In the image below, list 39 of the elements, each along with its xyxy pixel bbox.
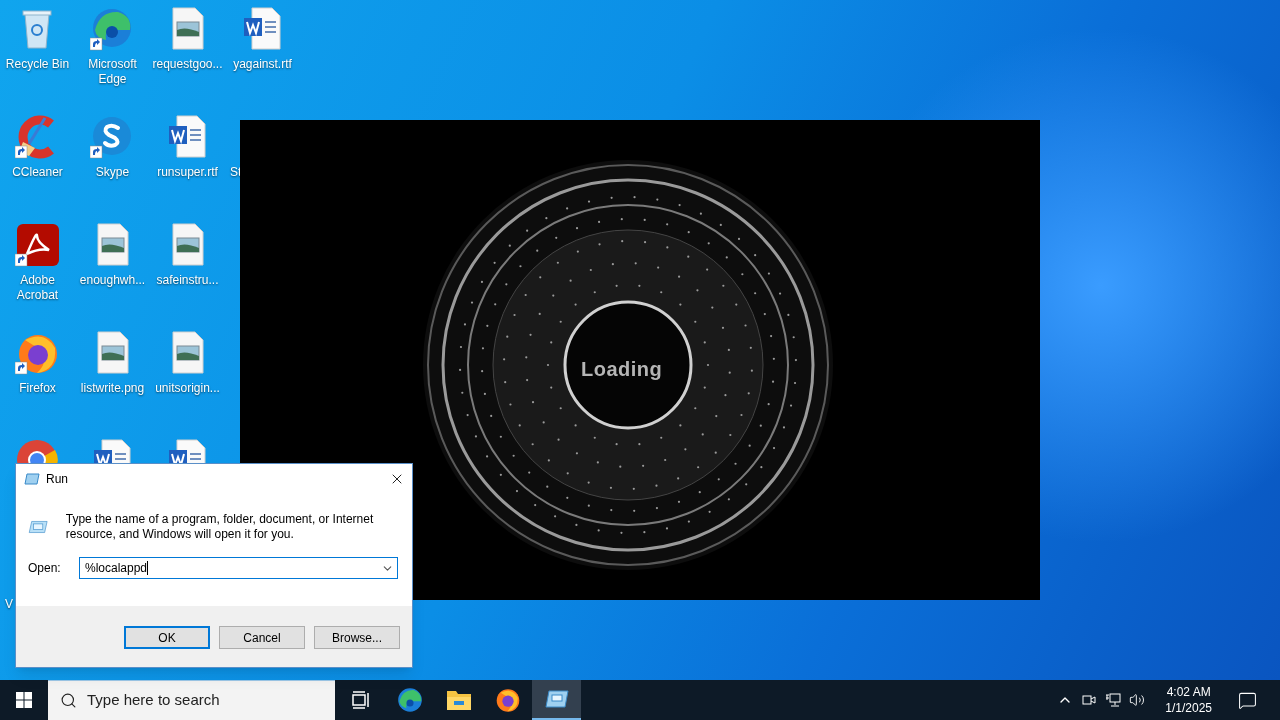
dialog-title: Run (46, 471, 68, 488)
run-icon (24, 473, 40, 485)
search-icon (60, 692, 77, 709)
dialog-button[interactable]: Cancel (219, 626, 305, 649)
icon-label: V (4, 597, 13, 612)
task-view-icon (350, 690, 371, 710)
clock[interactable]: 4:02 AM 1/1/2025 (1159, 684, 1218, 716)
taskbar-app-button[interactable] (532, 680, 581, 720)
volume-icon[interactable] (1129, 692, 1146, 708)
icon-label: Skype (94, 165, 131, 180)
icon-label: Adobe Acrobat (15, 273, 60, 303)
run-icon (544, 689, 569, 709)
icon-label: safeinstru... (155, 273, 220, 288)
search-bar[interactable]: Type here to search (48, 680, 335, 720)
camera-icon[interactable] (1081, 692, 1098, 708)
icon-label: unitsorigin... (154, 381, 221, 396)
icon-label: yagainst.rtf (232, 57, 293, 72)
open-combobox[interactable]: %localappd (79, 557, 398, 579)
icon-label: runsuper.rtf (156, 165, 219, 180)
icon-label: listwrite.png (79, 381, 146, 396)
loading-text: Loading (581, 357, 663, 382)
icon-label: Microsoft Edge (87, 57, 138, 87)
icon-label: requestgoo... (151, 57, 224, 72)
icon-label: Firefox (18, 381, 57, 396)
network-icon[interactable] (1105, 692, 1122, 708)
notifications-icon[interactable] (1238, 690, 1257, 710)
search-field[interactable]: Type here to search (87, 689, 327, 712)
open-label: Open: (28, 560, 62, 577)
acrobat-icon[interactable] (14, 222, 61, 268)
edge-icon (396, 687, 423, 713)
windows-logo-icon (16, 692, 32, 708)
icon-label: CCleaner (11, 165, 64, 180)
dialog-button[interactable]: Browse... (314, 626, 400, 649)
dialog-message: Type the name of a program, folder, document, or Internet resource, and Windows will open it for you. (65, 512, 375, 542)
folder-icon (445, 688, 472, 712)
firefox-icon (494, 687, 521, 713)
icon-label: Recycle Bin (4, 57, 71, 72)
icon-label: enoughwh... (78, 273, 147, 288)
dialog-button[interactable]: OK (124, 626, 210, 649)
